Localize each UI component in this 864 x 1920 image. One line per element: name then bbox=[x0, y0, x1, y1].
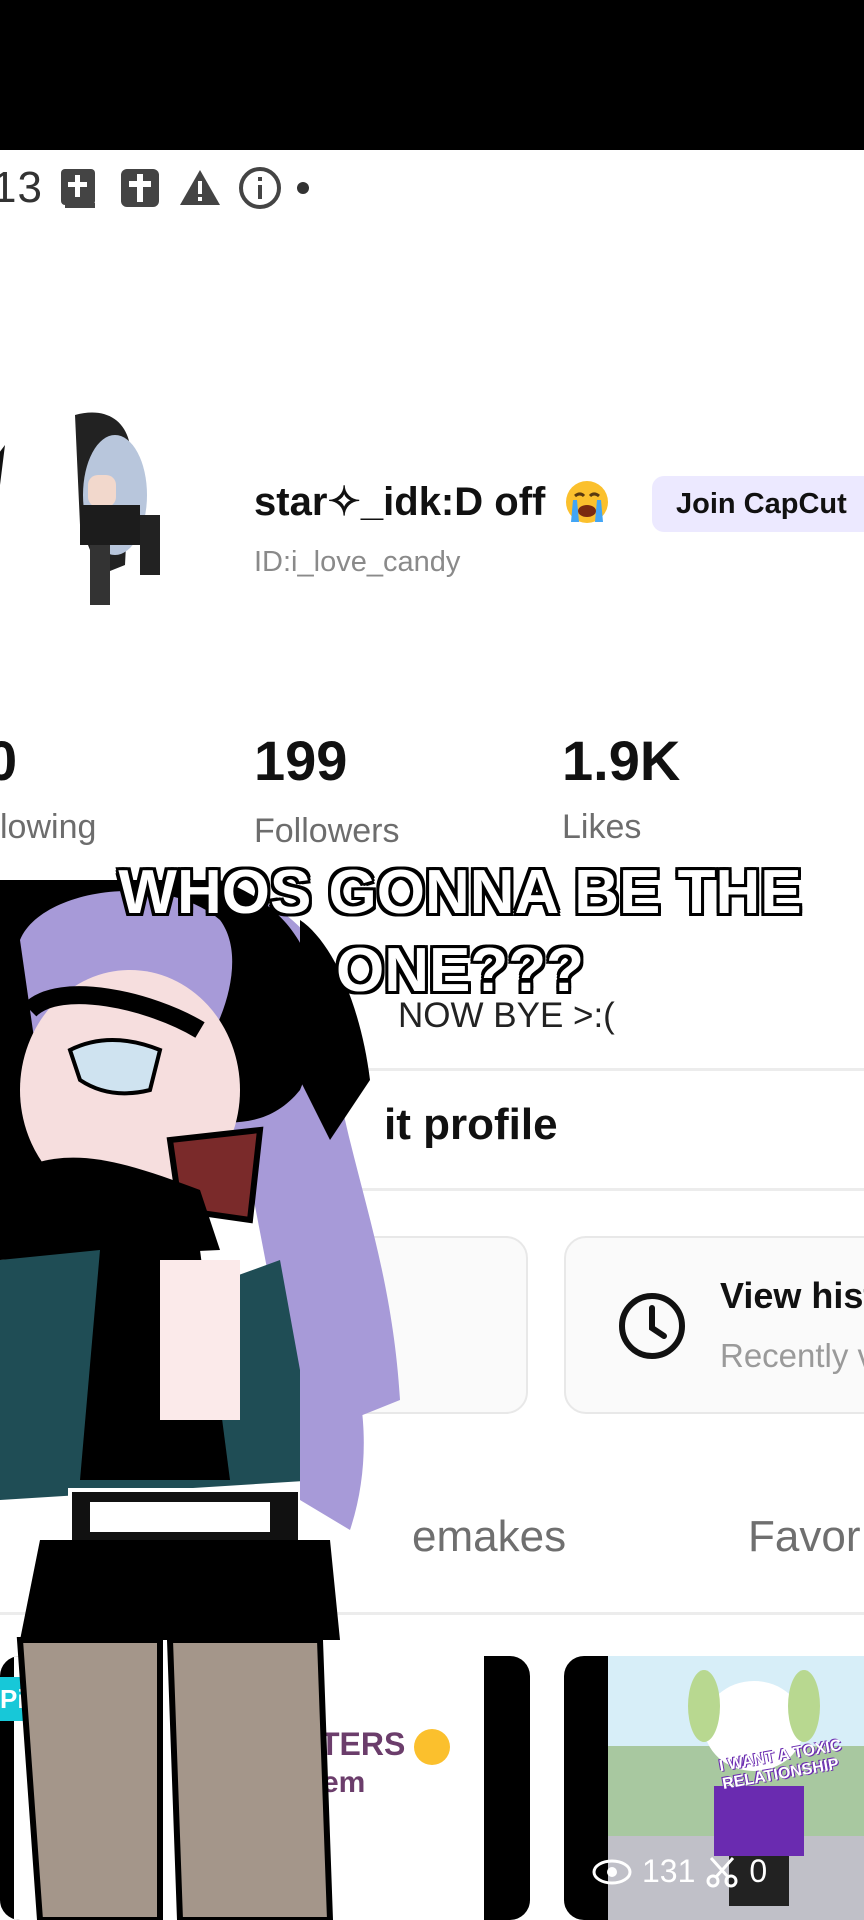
eye-icon bbox=[592, 1859, 632, 1884]
following-label[interactable]: lowing bbox=[0, 808, 96, 847]
info-icon bbox=[237, 165, 283, 211]
clock-icon bbox=[619, 1293, 685, 1359]
views-count: 131 bbox=[642, 1853, 696, 1889]
overlay-caption: WHOS GONNA BE THE ONE??? bbox=[118, 858, 802, 1005]
status-time: 13 bbox=[0, 163, 43, 212]
crying-face-emoji-icon bbox=[566, 481, 609, 523]
user-id: ID:i_love_candy bbox=[254, 546, 461, 578]
username: star✧_idk:D off bbox=[254, 478, 611, 526]
followers-label[interactable]: Followers bbox=[254, 812, 399, 851]
dot-icon bbox=[296, 182, 309, 194]
scissors-icon bbox=[706, 1856, 738, 1887]
join-capcut-button[interactable]: Join CapCut bbox=[652, 476, 864, 532]
join-capcut-label: Join CapCut bbox=[676, 487, 847, 520]
likes-count[interactable]: 1.9K bbox=[562, 728, 680, 793]
warning-icon bbox=[177, 165, 223, 211]
following-count[interactable]: 0 bbox=[0, 728, 17, 793]
view-history-title: View hist bbox=[720, 1275, 864, 1316]
view-history-subtitle: Recently v bbox=[720, 1337, 864, 1374]
bible-plus-icon bbox=[57, 165, 103, 211]
bible-cross-icon bbox=[117, 165, 163, 211]
thumb2-stats: 131 0 bbox=[592, 1853, 767, 1890]
view-history-card[interactable] bbox=[564, 1236, 864, 1414]
followers-count[interactable]: 199 bbox=[254, 728, 347, 793]
gacha-character-sticker bbox=[0, 880, 400, 1920]
avatar[interactable] bbox=[0, 405, 200, 625]
tab-favorites[interactable]: Favor bbox=[748, 1512, 860, 1562]
likes-label[interactable]: Likes bbox=[562, 808, 641, 847]
remix-count: 0 bbox=[749, 1853, 768, 1889]
status-bar: 13 bbox=[0, 158, 309, 218]
video-letterbox-top bbox=[0, 0, 864, 150]
username-text: star✧_idk:D off bbox=[254, 480, 546, 524]
